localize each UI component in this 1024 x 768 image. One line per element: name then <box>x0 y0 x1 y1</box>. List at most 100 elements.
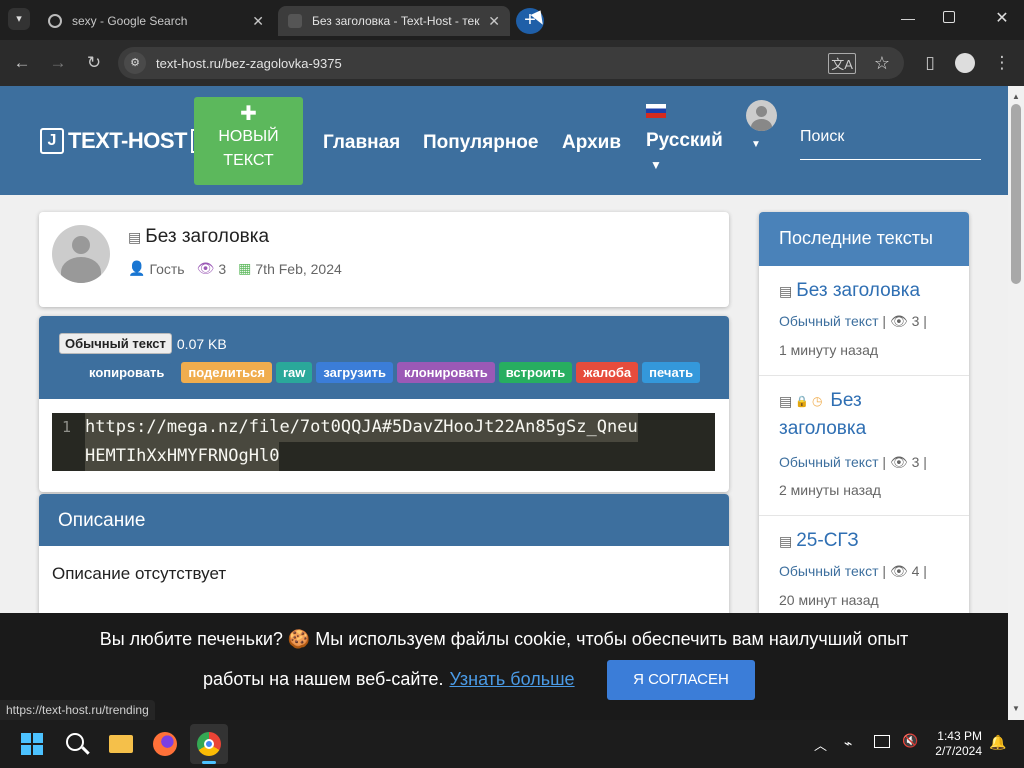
display-icon[interactable] <box>874 735 890 748</box>
tab-google-search[interactable]: sexy - Google Search ✕ <box>38 6 274 36</box>
paste-title: Без заголовка <box>145 226 270 247</box>
tab-title: sexy - Google Search <box>72 14 188 28</box>
description-card: Описание Описание отсутствует <box>39 494 729 613</box>
new-text-button[interactable]: ✚ НОВЫЙ ТЕКСТ <box>194 97 303 185</box>
cookie-text-line1: Вы любите печеньки? 🍪 Мы используем файл… <box>99 629 909 649</box>
recent-item-type[interactable]: Обычный текст <box>779 454 879 470</box>
cookie-text-line2: работы на нашем веб-сайте. <box>203 669 444 689</box>
clock-date[interactable]: 2/7/2024 <box>930 744 982 759</box>
accept-cookies-button[interactable]: Я СОГЛАСЕН <box>607 660 755 700</box>
recent-item-time: 1 минуту назад <box>779 342 879 358</box>
document-icon: ▤ <box>779 392 793 409</box>
recent-item-title[interactable]: 25-СГЗ <box>796 530 859 552</box>
clock-time[interactable]: 1:43 PM <box>930 729 982 744</box>
chrome-taskbar-button[interactable] <box>190 724 228 764</box>
search-placeholder: Поиск <box>800 128 845 145</box>
paste-content-card: Обычный текст 0.07 KB копировать поделит… <box>39 316 729 492</box>
recent-texts-panel: Последние тексты ▤ Без заголовка Обычный… <box>759 212 969 613</box>
eye-icon: 👁 <box>889 454 908 470</box>
raw-button[interactable]: raw <box>275 362 313 383</box>
notifications-bell-icon[interactable]: 🔔 <box>989 734 1006 751</box>
paste-header-card: ▤ Без заголовка 👤 Гость 👁 3 ▦ 7th Feb, 2… <box>39 212 729 307</box>
minimize-button[interactable]: — <box>896 10 920 30</box>
search-input[interactable]: Поиск <box>800 128 981 160</box>
page-scrollbar[interactable]: ▲ ▼ <box>1008 86 1024 720</box>
firefox-icon[interactable] <box>153 732 177 756</box>
site-header: J TEXT-HOST RU ✚ НОВЫЙ ТЕКСТ Главная Поп… <box>0 86 1008 195</box>
nav-popular[interactable]: Популярное <box>423 132 538 154</box>
paste-views: 3 <box>218 260 227 277</box>
eye-icon: 👁 <box>889 313 908 329</box>
new-text-line2: ТЕКСТ <box>223 152 274 169</box>
bookmark-star-icon[interactable]: ☆ <box>874 53 890 74</box>
volume-muted-icon[interactable]: 🔇 <box>902 733 918 749</box>
side-panel-icon[interactable]: ▯ <box>918 51 942 75</box>
tab-text-host[interactable]: Без заголовка - Text-Host - тек ✕ <box>278 6 510 36</box>
nav-home[interactable]: Главная <box>323 132 400 154</box>
learn-more-link[interactable]: Узнать больше <box>449 669 574 690</box>
file-explorer-icon[interactable] <box>109 735 133 753</box>
recent-item-title-cont[interactable]: заголовка <box>779 418 866 440</box>
taskbar: ︿ ⌁ 🔇 1:43 PM 2/7/2024 🔔 <box>0 720 1024 768</box>
embed-button[interactable]: встроить <box>498 362 573 383</box>
recent-item-title[interactable]: Без <box>830 390 861 412</box>
language-label: Русский <box>646 130 723 151</box>
user-menu[interactable]: ▼ <box>746 100 778 160</box>
restore-button[interactable] <box>943 11 955 23</box>
avatar <box>52 225 110 283</box>
recent-item-title[interactable]: Без заголовка <box>796 280 920 302</box>
close-tab-icon[interactable]: ✕ <box>252 13 264 30</box>
status-bar: https://text-host.ru/trending <box>0 700 155 720</box>
copy-button[interactable]: копировать <box>82 362 172 383</box>
download-button[interactable]: загрузить <box>316 362 393 383</box>
lock-icon: 🔒 <box>795 395 809 408</box>
code-line-1: https://mega.nz/file/7ot0QQJA#5DavZHooJt… <box>85 413 638 442</box>
user-icon: 👤 <box>128 260 146 276</box>
profile-icon[interactable] <box>955 53 975 73</box>
address-bar[interactable]: ⚙ text-host.ru/bez-zagolovka-9375 文A ☆ <box>118 47 904 79</box>
nav-archive[interactable]: Архив <box>562 132 621 154</box>
paste-author: Гость <box>149 260 185 277</box>
close-tab-icon[interactable]: ✕ <box>488 13 500 30</box>
recent-item-time: 2 минуты назад <box>779 482 881 498</box>
code-line-2: HEMTIhXxHMYFRNOgHl0 <box>85 442 280 471</box>
document-icon: ▤ <box>128 228 142 245</box>
tray-overflow-chevron-icon[interactable]: ︿ <box>814 735 827 754</box>
description-header: Описание <box>58 510 146 531</box>
tab-search-button[interactable]: ▾ <box>8 8 30 30</box>
url-text: text-host.ru/bez-zagolovka-9375 <box>156 55 342 71</box>
recent-texts-header: Последние тексты <box>779 228 933 248</box>
language-selector[interactable]: Русский ▼ <box>646 104 726 184</box>
share-button[interactable]: поделиться <box>181 362 272 383</box>
windows-start-icon[interactable] <box>21 733 43 755</box>
list-item[interactable]: ▤ Без заголовка Обычный текст | 👁 3 | 1 … <box>759 266 969 376</box>
web-page: J TEXT-HOST RU ✚ НОВЫЙ ТЕКСТ Главная Поп… <box>0 86 1008 613</box>
site-info-icon[interactable]: ⚙ <box>124 52 146 74</box>
recent-item-type[interactable]: Обычный текст <box>779 313 879 329</box>
close-window-button[interactable]: ✕ <box>990 8 1014 32</box>
menu-kebab-icon[interactable]: ⋮ <box>990 51 1014 75</box>
translate-icon[interactable]: 文A <box>828 52 856 74</box>
tab-strip: ▾ sexy - Google Search ✕ Без заголовка -… <box>0 0 1024 40</box>
reload-icon[interactable]: ↻ <box>82 51 106 75</box>
list-item[interactable]: ▤ 🔒 ◷ Без заголовка Обычный текст | 👁 3 … <box>759 376 969 516</box>
scroll-down-arrow-icon[interactable]: ▼ <box>1012 704 1020 713</box>
code-block[interactable]: 1 https://mega.nz/file/7ot0QQJA#5DavZHoo… <box>52 413 715 471</box>
syntax-type-badge: Обычный текст <box>59 333 172 354</box>
back-icon[interactable]: ← <box>10 51 34 75</box>
chevron-down-icon: ▼ <box>751 139 761 150</box>
print-button[interactable]: печать <box>642 362 701 383</box>
report-button[interactable]: жалоба <box>576 362 639 383</box>
recent-item-type[interactable]: Обычный текст <box>779 563 879 579</box>
forward-icon[interactable]: → <box>46 51 70 75</box>
chevron-down-icon: ▼ <box>650 158 662 172</box>
list-item[interactable]: ▤ 25-СГЗ Обычный текст | 👁 4 | 20 минут … <box>759 516 969 613</box>
scroll-up-arrow-icon[interactable]: ▲ <box>1012 92 1020 101</box>
scrollbar-thumb[interactable] <box>1011 104 1021 284</box>
russia-flag-icon <box>646 104 666 118</box>
clone-button[interactable]: клонировать <box>396 362 495 383</box>
recent-item-time: 20 минут назад <box>779 592 879 608</box>
document-icon: ▤ <box>779 282 793 299</box>
network-icon[interactable]: ⌁ <box>844 735 852 752</box>
document-icon: ▤ <box>779 532 793 549</box>
